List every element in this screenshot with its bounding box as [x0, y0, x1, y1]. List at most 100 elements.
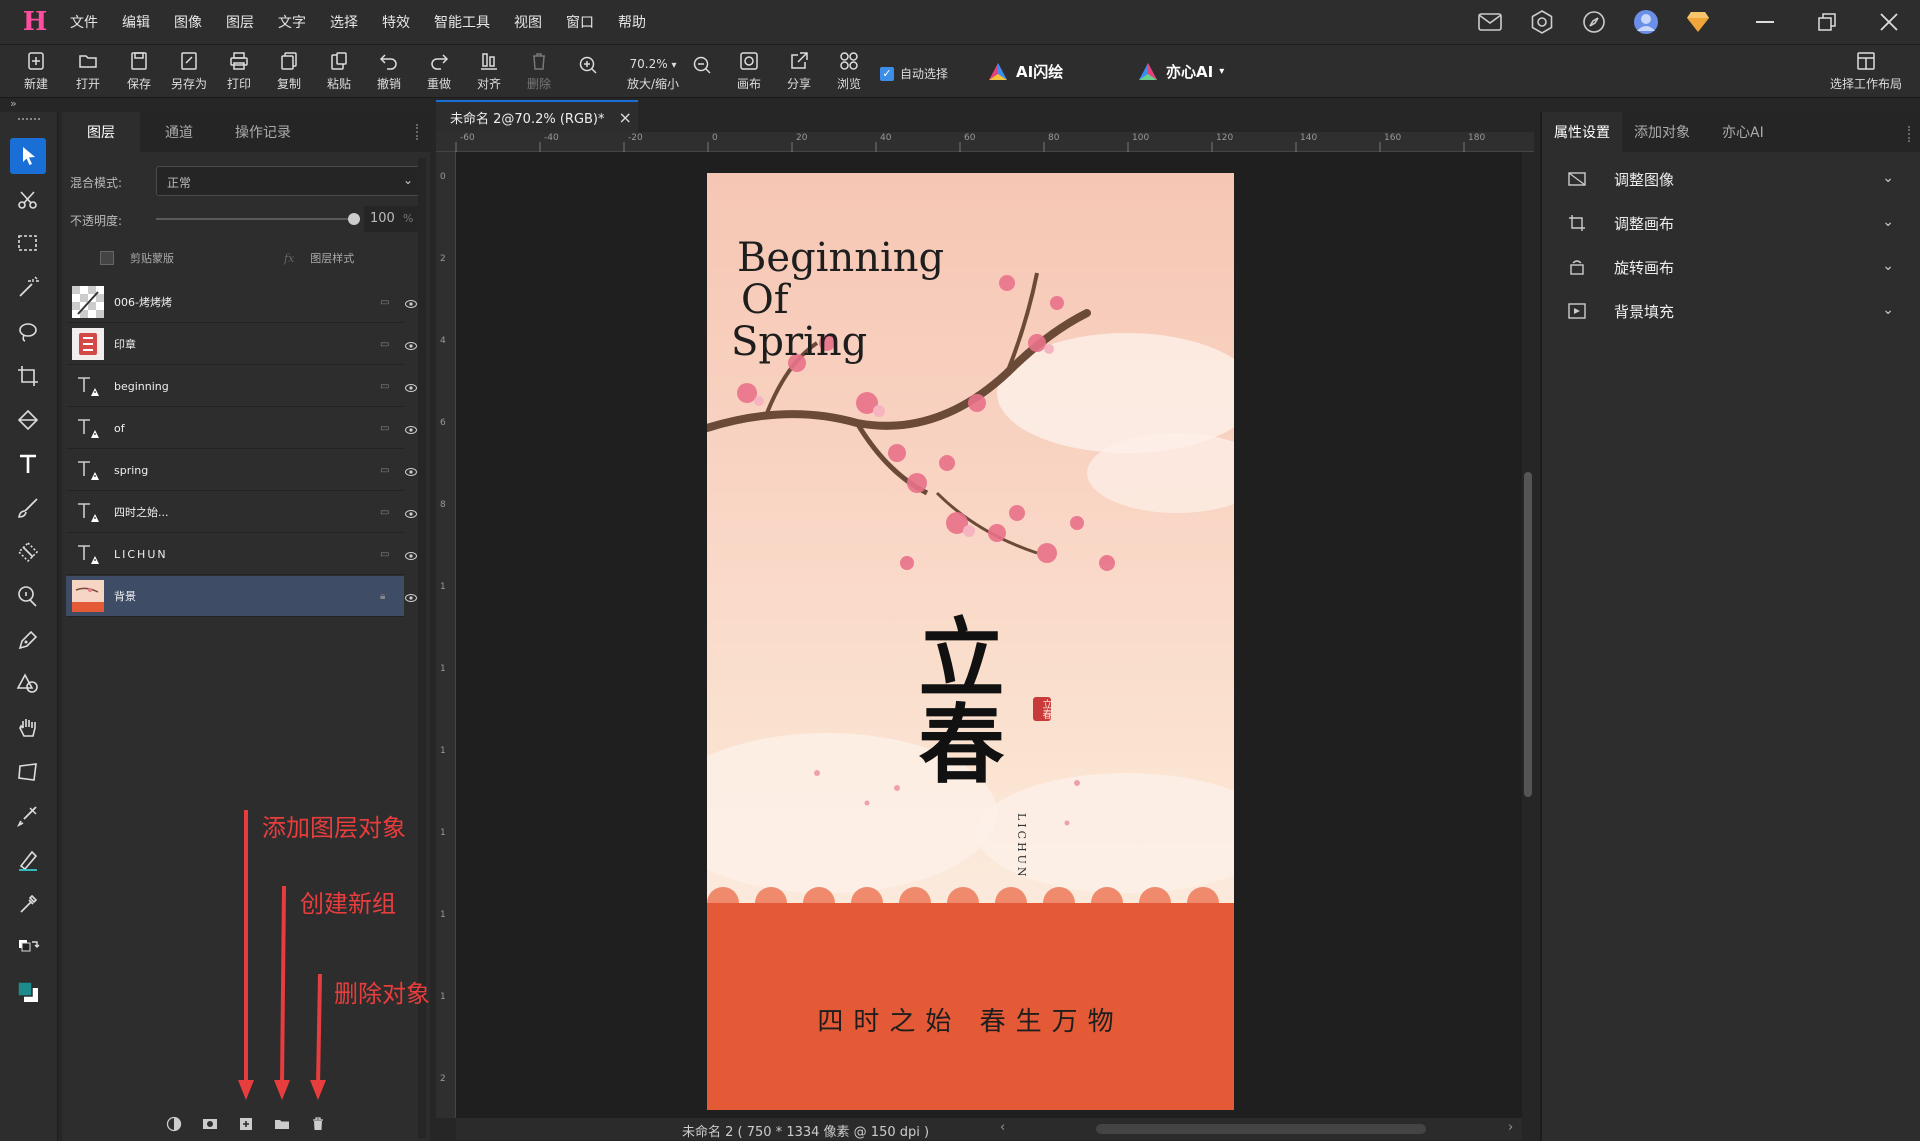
poster-canvas[interactable]: Beginning Of Spring 立春 立春 LICHUN 四时之始 春生…	[707, 173, 1234, 1110]
restore-button[interactable]	[1796, 0, 1858, 44]
healing-brush-tool[interactable]	[10, 798, 46, 834]
document-info: 未命名 2 ( 750 * 1334 像素 @ 150 dpi )	[682, 1125, 930, 1140]
yixin-ai-button[interactable]: 亦心AI ▾	[1138, 61, 1224, 82]
ruler-tick-label: 0	[712, 133, 718, 143]
undo-button[interactable]: 撤销	[366, 51, 412, 95]
scroll-right-icon[interactable]: ›	[1508, 1120, 1513, 1135]
hand-tool[interactable]	[10, 710, 46, 746]
save-button[interactable]: 保存	[116, 51, 162, 95]
save-as-button[interactable]: 另存为	[166, 51, 212, 95]
canvas-button[interactable]: 画布	[726, 51, 772, 95]
delete-layer-icon[interactable]	[310, 1116, 326, 1132]
settings-icon[interactable]	[1526, 6, 1558, 38]
expand-panel-icon[interactable]: »	[10, 97, 17, 110]
magic-wand-tool[interactable]	[10, 270, 46, 306]
folder-open-icon	[79, 55, 97, 68]
menu-smart-tools[interactable]: 智能工具	[434, 12, 490, 32]
browse-button[interactable]: 浏览	[826, 51, 872, 95]
shape-tool[interactable]	[10, 666, 46, 702]
rotate-canvas-item[interactable]: 旋转画布 ⌄	[1568, 252, 1908, 282]
print-button[interactable]: 打印	[216, 51, 262, 95]
tab-add-object[interactable]: 添加对象	[1622, 112, 1702, 152]
smart-cutout-tool[interactable]	[10, 182, 46, 218]
menu-layer[interactable]: 图层	[226, 12, 254, 32]
zoom-out-button[interactable]	[680, 51, 724, 95]
pencil-tool[interactable]	[10, 842, 46, 878]
color-swatch[interactable]	[10, 974, 46, 1010]
horizontal-scroll-thumb[interactable]	[1096, 1124, 1426, 1134]
ruler-tick-label: 6	[440, 418, 446, 428]
menu-window[interactable]: 窗口	[566, 12, 594, 32]
tab-yixin-ai[interactable]: 亦心AI	[1702, 112, 1776, 152]
adjustment-layer-icon[interactable]	[166, 1116, 182, 1132]
zoom-in-button[interactable]	[566, 51, 610, 95]
properties-panel: 属性设置 添加对象 亦心AI 调整图像 ⌄ 调整画布 ⌄ 旋转画布 ⌄ 背景填充…	[1540, 112, 1920, 1141]
mail-icon[interactable]	[1474, 6, 1506, 38]
lasso-tool[interactable]	[10, 314, 46, 350]
text-tool[interactable]	[10, 446, 46, 482]
menu-effects[interactable]: 特效	[382, 12, 410, 32]
share-button[interactable]: 分享	[776, 51, 822, 95]
menu-view[interactable]: 视图	[514, 12, 542, 32]
document-tab[interactable]: 未命名 2@70.2% (RGB)* ×	[436, 100, 638, 132]
poster-slogan[interactable]: 四时之始 春生万物	[707, 1001, 1234, 1038]
align-button[interactable]: 对齐	[466, 51, 512, 95]
vip-gem-icon[interactable]	[1682, 6, 1714, 38]
add-layer-icon[interactable]	[238, 1116, 254, 1132]
pen-tool[interactable]	[10, 622, 46, 658]
new-button[interactable]: 新建	[13, 51, 59, 95]
paste-button[interactable]: 粘贴	[316, 51, 362, 95]
adjust-image-item[interactable]: 调整图像 ⌄	[1568, 164, 1908, 194]
close-window-button[interactable]	[1858, 0, 1920, 44]
open-button[interactable]: 打开	[65, 51, 111, 95]
menu-file[interactable]: 文件	[70, 12, 98, 32]
avatar[interactable]	[1630, 6, 1662, 38]
fill-tool[interactable]	[10, 402, 46, 438]
menu-image[interactable]: 图像	[174, 12, 202, 32]
auto-select-checkbox[interactable]: ✓ 自动选择	[880, 65, 948, 82]
menu-select[interactable]: 选择	[330, 12, 358, 32]
poster-lichun[interactable]: LICHUN	[1015, 813, 1028, 880]
copy-button[interactable]: 复制	[266, 51, 312, 95]
delete-button[interactable]: 删除	[516, 51, 562, 95]
eyedropper-tool[interactable]	[10, 886, 46, 922]
ruler-tick-label: 1	[440, 582, 446, 592]
chevron-down-icon[interactable]: ▾	[671, 60, 676, 71]
menu-help[interactable]: 帮助	[618, 12, 646, 32]
annotation-arrows	[238, 810, 326, 1100]
workspace-layout-button[interactable]: 选择工作布局	[1830, 51, 1902, 92]
copy-icon	[281, 52, 297, 70]
transform-tool[interactable]	[10, 754, 46, 790]
menu-text[interactable]: 文字	[278, 12, 306, 32]
poster-seal[interactable]: 立春	[1033, 697, 1051, 721]
ruler-tick-label: 180	[1468, 133, 1486, 143]
menu-edit[interactable]: 编辑	[122, 12, 150, 32]
redo-button[interactable]: 重做	[416, 51, 462, 95]
close-icon[interactable]: ×	[619, 108, 632, 127]
zoom-in-icon	[579, 56, 597, 74]
chevron-down-icon: ⌄	[1882, 258, 1894, 274]
move-tool[interactable]	[10, 138, 46, 174]
clone-stamp-tool[interactable]	[10, 578, 46, 614]
swap-colors-tool[interactable]	[10, 930, 46, 966]
mask-icon[interactable]	[202, 1116, 218, 1132]
zoom-control[interactable]: 70.2% ▾ 放大/缩小	[618, 51, 688, 95]
scroll-left-icon[interactable]: ‹	[1000, 1120, 1005, 1135]
vertical-scrollbar[interactable]	[1522, 152, 1534, 1118]
scrollbar-thumb[interactable]	[1524, 472, 1532, 797]
tab-properties[interactable]: 属性设置	[1542, 112, 1622, 152]
color-swatch-icon	[17, 981, 38, 1002]
new-group-folder-icon[interactable]	[274, 1116, 290, 1132]
poster-calligraphy[interactable]: 立春	[903, 613, 1004, 785]
ai-paint-button[interactable]: AI闪绘	[988, 61, 1063, 82]
poster-title[interactable]: Beginning Of Spring	[731, 237, 944, 363]
healing-brush-icon	[16, 806, 37, 828]
brush-tool[interactable]	[10, 490, 46, 526]
background-fill-item[interactable]: 背景填充 ⌄	[1568, 296, 1908, 326]
minimize-button[interactable]	[1734, 0, 1796, 44]
eraser-tool[interactable]	[10, 534, 46, 570]
compass-icon[interactable]	[1578, 6, 1610, 38]
marquee-tool[interactable]	[10, 226, 46, 262]
crop-tool[interactable]	[10, 358, 46, 394]
adjust-canvas-item[interactable]: 调整画布 ⌄	[1568, 208, 1908, 238]
